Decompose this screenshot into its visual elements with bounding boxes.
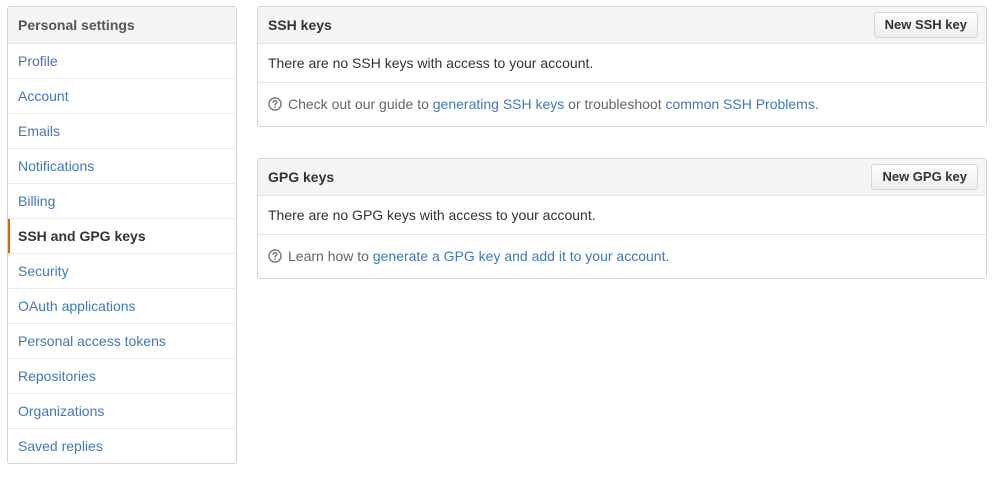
- sidebar-item-profile[interactable]: Profile: [8, 44, 236, 78]
- gpg-keys-panel: GPG keys New GPG key There are no GPG ke…: [257, 158, 987, 279]
- new-gpg-key-button[interactable]: New GPG key: [871, 164, 978, 190]
- sidebar-item-repositories[interactable]: Repositories: [8, 358, 236, 393]
- ssh-help-middle: or troubleshoot: [564, 96, 666, 112]
- sidebar-item-organizations[interactable]: Organizations: [8, 393, 236, 428]
- sidebar-item-emails[interactable]: Emails: [8, 113, 236, 148]
- question-circle-icon: [268, 97, 282, 111]
- gpg-help-suffix: .: [665, 248, 670, 264]
- new-ssh-key-button[interactable]: New SSH key: [873, 12, 978, 38]
- gpg-keys-empty-message: There are no GPG keys with access to you…: [258, 196, 986, 235]
- sidebar-title: Personal settings: [8, 7, 236, 44]
- ssh-help-prefix: Check out our guide to: [288, 96, 433, 112]
- sidebar-item-account[interactable]: Account: [8, 78, 236, 113]
- settings-sidebar: Personal settings Profile Account Emails…: [7, 6, 237, 464]
- ssh-keys-panel: SSH keys New SSH key There are no SSH ke…: [257, 6, 987, 127]
- sidebar-item-saved-replies[interactable]: Saved replies: [8, 428, 236, 463]
- ssh-keys-header: SSH keys New SSH key: [258, 7, 986, 44]
- ssh-help-suffix: .: [814, 96, 819, 112]
- gpg-keys-title: GPG keys: [268, 169, 335, 185]
- ssh-keys-title: SSH keys: [268, 17, 332, 33]
- sidebar-item-oauth-applications[interactable]: OAuth applications: [8, 288, 236, 323]
- sidebar-item-personal-access-tokens[interactable]: Personal access tokens: [8, 323, 236, 358]
- gpg-keys-header: GPG keys New GPG key: [258, 159, 986, 196]
- gpg-keys-help: Learn how to generate a GPG key and add …: [258, 235, 986, 278]
- gpg-help-prefix: Learn how to: [288, 248, 373, 264]
- sidebar-item-notifications[interactable]: Notifications: [8, 148, 236, 183]
- common-ssh-problems-link[interactable]: common SSH Problems: [665, 96, 814, 112]
- ssh-keys-help: Check out our guide to generating SSH ke…: [258, 83, 986, 126]
- ssh-keys-empty-message: There are no SSH keys with access to you…: [258, 44, 986, 83]
- sidebar-item-billing[interactable]: Billing: [8, 183, 236, 218]
- generate-gpg-key-link[interactable]: generate a GPG key and add it to your ac…: [373, 248, 666, 264]
- sidebar-item-ssh-gpg-keys[interactable]: SSH and GPG keys: [8, 218, 236, 253]
- question-circle-icon: [268, 249, 282, 263]
- sidebar-item-security[interactable]: Security: [8, 253, 236, 288]
- generating-ssh-keys-link[interactable]: generating SSH keys: [433, 96, 565, 112]
